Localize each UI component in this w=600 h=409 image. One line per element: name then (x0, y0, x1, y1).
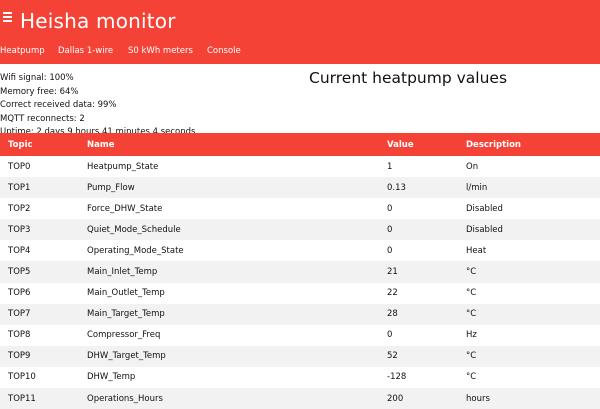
topic-cell: TOP10 (8, 372, 36, 383)
description-cell: l/min (466, 182, 488, 193)
value-cell: -128 (387, 372, 407, 383)
nav-link-dallas-1-wire[interactable]: Dallas 1-wire (58, 44, 113, 58)
app-title: Heisha monitor (20, 9, 176, 33)
description-cell: Hz (466, 330, 477, 341)
table-row: TOP8 Compressor_Freq 0 Hz (0, 324, 600, 346)
name-cell: Main_Outlet_Temp (87, 288, 165, 299)
name-cell: Quiet_Mode_Schedule (87, 224, 181, 235)
value-cell: 1 (387, 161, 393, 172)
value-cell: 0 (387, 330, 393, 341)
table-row: TOP6 Main_Outlet_Temp 22 °C (0, 282, 600, 304)
column-header-description: Description (466, 139, 521, 150)
table-row: TOP4 Operating_Mode_State 0 Heat (0, 240, 600, 262)
name-cell: Pump_Flow (87, 182, 135, 193)
topic-cell: TOP2 (8, 203, 31, 214)
table-row: TOP1 Pump_Flow 0.13 l/min (0, 177, 600, 199)
value-cell: 52 (387, 351, 398, 362)
value-cell: 0 (387, 203, 393, 214)
topic-cell: TOP4 (8, 245, 31, 256)
section-title: Current heatpump values (309, 69, 508, 87)
table-row: TOP10 DHW_Temp -128 °C (0, 366, 600, 389)
table-row: TOP0 Heatpump_State 1 On (0, 156, 600, 178)
description-cell: °C (466, 288, 477, 299)
value-cell: 200 (387, 393, 404, 404)
topic-cell: TOP7 (8, 309, 31, 320)
topic-cell: TOP8 (8, 330, 31, 341)
column-header-value: Value (387, 139, 414, 150)
name-cell: DHW_Target_Temp (87, 351, 166, 362)
description-cell: On (466, 161, 479, 172)
description-cell: Disabled (466, 224, 503, 235)
name-cell: Force_DHW_State (87, 203, 163, 214)
value-cell: 28 (387, 309, 398, 320)
mqtt-reconnects-text: MQTT reconnects: 2 (0, 113, 85, 124)
topic-cell: TOP6 (8, 288, 31, 299)
name-cell: Operations_Hours (87, 393, 163, 404)
description-cell: °C (466, 372, 477, 383)
description-cell: Heat (466, 245, 487, 256)
table-header-row: Topic Name Value Description (0, 133, 600, 156)
wifi-signal-text: Wifi signal: 100% (0, 73, 74, 83)
topic-cell: TOP0 (8, 161, 31, 172)
name-cell: Heatpump_State (87, 161, 159, 172)
value-cell: 0.13 (387, 182, 406, 193)
topic-cell: TOP9 (8, 351, 31, 362)
topic-cell: TOP1 (8, 182, 31, 193)
topic-cell: TOP5 (8, 267, 31, 278)
received-data-text: Correct received data: 99% (0, 100, 117, 111)
app-bar: Heisha monitor Heatpump Dallas 1-wire S0… (0, 0, 600, 64)
value-cell: 0 (387, 224, 393, 235)
name-cell: DHW_Temp (87, 372, 136, 383)
name-cell: Operating_Mode_State (87, 245, 184, 256)
column-header-topic: Topic (8, 139, 33, 150)
name-cell: Main_Inlet_Temp (87, 267, 158, 278)
value-cell: 22 (387, 288, 398, 299)
description-cell: °C (466, 351, 477, 362)
name-cell: Main_Target_Temp (87, 309, 165, 320)
heatpump-values-table: Topic Name Value Description TOP0 Heatpum… (0, 133, 600, 409)
description-cell: hours (466, 393, 490, 404)
nav-link-s0-kwh-meters[interactable]: S0 kWh meters (128, 44, 193, 58)
name-cell: Compressor_Freq (87, 330, 161, 341)
memory-free-text: Memory free: 64% (0, 86, 79, 97)
hamburger-menu-icon[interactable] (3, 12, 17, 26)
status-panel: Wifi signal: 100% Memory free: 64% Corre… (0, 72, 280, 140)
table-row: TOP9 DHW_Target_Temp 52 °C (0, 345, 600, 367)
column-header-name: Name (87, 139, 115, 150)
table-row: TOP2 Force_DHW_State 0 Disabled (0, 198, 600, 220)
nav-link-console[interactable]: Console (207, 44, 241, 58)
table-row: TOP7 Main_Target_Temp 28 °C (0, 303, 600, 325)
description-cell: °C (466, 267, 477, 278)
description-cell: °C (466, 309, 477, 320)
nav-link-heatpump[interactable]: Heatpump (0, 44, 45, 58)
table-row: TOP11 Operations_Hours 200 hours (0, 388, 600, 409)
value-cell: 0 (387, 245, 393, 256)
table-row: TOP5 Main_Inlet_Temp 21 °C (0, 261, 600, 283)
topic-cell: TOP3 (8, 224, 31, 235)
value-cell: 21 (387, 267, 398, 278)
description-cell: Disabled (466, 203, 503, 214)
table-row: TOP3 Quiet_Mode_Schedule 0 Disabled (0, 219, 600, 241)
topic-cell: TOP11 (8, 393, 36, 404)
